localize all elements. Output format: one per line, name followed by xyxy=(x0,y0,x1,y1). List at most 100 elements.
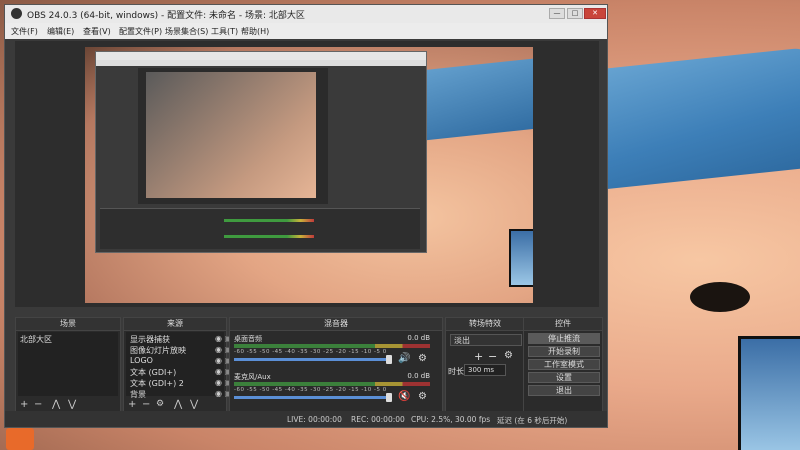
volume-slider-handle[interactable] xyxy=(386,393,392,402)
remove-transition-button[interactable]: − xyxy=(488,350,497,363)
exit-button[interactable]: 退出 xyxy=(528,385,600,396)
volume-slider[interactable] xyxy=(234,396,390,399)
mixer-dock-title: 混音器 xyxy=(230,318,442,331)
speaker-icon[interactable]: 🔊 xyxy=(398,353,410,364)
source-item[interactable]: 显示器捕获◉▣ xyxy=(130,334,232,345)
source-item[interactable]: 图像幻灯片放映◉▣ xyxy=(130,345,232,356)
scenes-dock-title: 场景 xyxy=(16,318,120,331)
obs-logo-icon xyxy=(11,8,22,19)
title-bar: OBS 24.0.3 (64-bit, windows) - 配置文件: 未命名… xyxy=(5,5,607,23)
speaker-muted-icon[interactable]: 🔇 xyxy=(398,391,410,402)
scenes-list: 北部大区 xyxy=(18,332,118,396)
menu-tools[interactable]: 工具(T) xyxy=(211,26,238,37)
nested-title-bar xyxy=(96,52,426,60)
scene-item[interactable]: 北部大区 xyxy=(20,334,52,345)
menu-file[interactable]: 文件(F) xyxy=(11,26,38,37)
menu-bar: 文件(F) 编辑(E) 查看(V) 配置文件(P) 场景集合(S) 工具(T) … xyxy=(5,23,607,39)
controls-dock-title: 控件 xyxy=(524,318,602,331)
controls-dock: 控件 停止推流 开始录制 工作室模式 设置 退出 xyxy=(523,317,603,413)
remove-scene-button[interactable]: − xyxy=(34,399,42,410)
move-source-down-button[interactable]: ⋁ xyxy=(190,399,198,410)
status-bar: LIVE: 00:00:00 REC: 00:00:00 CPU: 2.5%, … xyxy=(5,411,607,427)
duration-input[interactable]: 300 ms xyxy=(464,364,506,376)
mixer-dock: 混音器 桌面音频 0.0 dB -60 -55 -50 -45 -40 -35 … xyxy=(229,317,443,413)
menu-help[interactable]: 帮助(H) xyxy=(241,26,269,37)
delay-status: 延迟 (在 6 秒后开始) xyxy=(497,416,568,425)
nested-docks xyxy=(100,208,420,249)
nested-preview-image xyxy=(146,72,316,198)
studio-mode-button[interactable]: 工作室模式 xyxy=(528,359,600,370)
move-scene-up-button[interactable]: ⋀ xyxy=(52,399,60,410)
channel-db: 0.0 dB xyxy=(407,334,430,342)
transition-select[interactable]: 淡出 xyxy=(450,334,522,346)
minimize-button[interactable]: — xyxy=(549,8,565,19)
transitions-dock: 转场特效 淡出 + − ⚙ 时长 300 ms xyxy=(445,317,525,413)
source-label: 文本 (GDI+) 2 xyxy=(130,379,184,388)
recursive-preview-window xyxy=(95,51,427,253)
duration-label: 时长 xyxy=(448,367,464,376)
settings-button[interactable]: 设置 xyxy=(528,372,600,383)
move-source-up-button[interactable]: ⋀ xyxy=(174,399,182,410)
rec-timer: REC: 00:00:00 xyxy=(351,415,405,424)
source-item[interactable]: 文本 (GDI+)◉▣ xyxy=(130,367,232,378)
add-transition-button[interactable]: + xyxy=(474,350,483,363)
menu-profile[interactable]: 配置文件(P) xyxy=(119,26,162,37)
channel-gear-icon[interactable]: ⚙ xyxy=(418,391,427,402)
visibility-eye-icon[interactable]: ◉ xyxy=(215,345,222,354)
stop-streaming-button[interactable]: 停止推流 xyxy=(528,333,600,344)
source-label: 文本 (GDI+) xyxy=(130,368,177,377)
preview-area[interactable] xyxy=(15,41,599,341)
sources-toolbar: + − ⚙ ⋀ ⋁ xyxy=(124,398,226,412)
add-scene-button[interactable]: + xyxy=(20,399,28,410)
close-button[interactable]: ✕ xyxy=(584,8,606,19)
scenes-toolbar: + − ⋀ ⋁ xyxy=(16,398,120,412)
mixer-channel-desktop-audio: 桌面音频 0.0 dB -60 -55 -50 -45 -40 -35 -30 … xyxy=(234,334,430,368)
source-properties-gear-icon[interactable]: ⚙ xyxy=(156,399,164,409)
volume-slider[interactable] xyxy=(234,358,390,361)
channel-gear-icon[interactable]: ⚙ xyxy=(418,353,427,364)
live-timer: LIVE: 00:00:00 xyxy=(287,415,342,424)
sources-dock-title: 来源 xyxy=(124,318,226,331)
maximize-button[interactable]: □ xyxy=(567,8,583,19)
source-label: 图像幻灯片放映 xyxy=(130,346,186,355)
mixer-channel-mic: 麦克风/Aux 0.0 dB -60 -55 -50 -45 -40 -35 -… xyxy=(234,372,430,406)
source-item[interactable]: 文本 (GDI+) 2◉▣ xyxy=(130,378,232,389)
start-recording-button[interactable]: 开始录制 xyxy=(528,346,600,357)
transitions-dock-title: 转场特效 xyxy=(446,318,524,331)
visibility-eye-icon[interactable]: ◉ xyxy=(215,389,222,398)
preview-canvas[interactable] xyxy=(85,47,533,303)
volume-slider-handle[interactable] xyxy=(386,355,392,364)
transition-gear-icon[interactable]: ⚙ xyxy=(504,350,513,361)
desktop-app-icon[interactable] xyxy=(6,428,34,450)
nested-meter xyxy=(224,235,314,238)
volume-meter xyxy=(234,344,430,348)
visibility-eye-icon[interactable]: ◉ xyxy=(215,334,222,343)
scenes-dock: 场景 北部大区 + − ⋀ ⋁ xyxy=(15,317,121,413)
channel-db: 0.0 dB xyxy=(407,372,430,380)
desktop-image-thumbnail[interactable] xyxy=(738,336,800,450)
menu-edit[interactable]: 编辑(E) xyxy=(47,26,74,37)
visibility-eye-icon[interactable]: ◉ xyxy=(215,378,222,387)
obs-window: OBS 24.0.3 (64-bit, windows) - 配置文件: 未命名… xyxy=(4,4,608,428)
channel-name: 桌面音频 xyxy=(234,335,262,343)
visibility-eye-icon[interactable]: ◉ xyxy=(215,356,222,365)
preview-image-thumbnail xyxy=(509,229,533,287)
remove-source-button[interactable]: − xyxy=(142,399,150,410)
visibility-eye-icon[interactable]: ◉ xyxy=(215,367,222,376)
sources-dock: 来源 显示器捕获◉▣ 图像幻灯片放映◉▣ LOGO◉▣ 文本 (GDI+)◉▣ … xyxy=(123,317,232,413)
source-label: LOGO xyxy=(130,356,153,365)
volume-meter xyxy=(234,382,430,386)
move-scene-down-button[interactable]: ⋁ xyxy=(68,399,76,410)
add-source-button[interactable]: + xyxy=(128,399,136,410)
nested-preview xyxy=(138,68,328,204)
nested-meter xyxy=(224,219,314,222)
window-title: OBS 24.0.3 (64-bit, windows) - 配置文件: 未命名… xyxy=(27,11,305,21)
sources-list: 显示器捕获◉▣ 图像幻灯片放映◉▣ LOGO◉▣ 文本 (GDI+)◉▣ 文本 … xyxy=(126,332,232,399)
menu-view[interactable]: 查看(V) xyxy=(83,26,111,37)
background-photo-eye xyxy=(690,282,750,312)
channel-name: 麦克风/Aux xyxy=(234,373,271,381)
menu-scene-collection[interactable]: 场景集合(S) xyxy=(165,26,208,37)
source-item[interactable]: LOGO◉▣ xyxy=(130,356,232,365)
cpu-fps: CPU: 2.5%, 30.00 fps xyxy=(411,415,491,424)
source-label: 显示器捕获 xyxy=(130,335,170,344)
